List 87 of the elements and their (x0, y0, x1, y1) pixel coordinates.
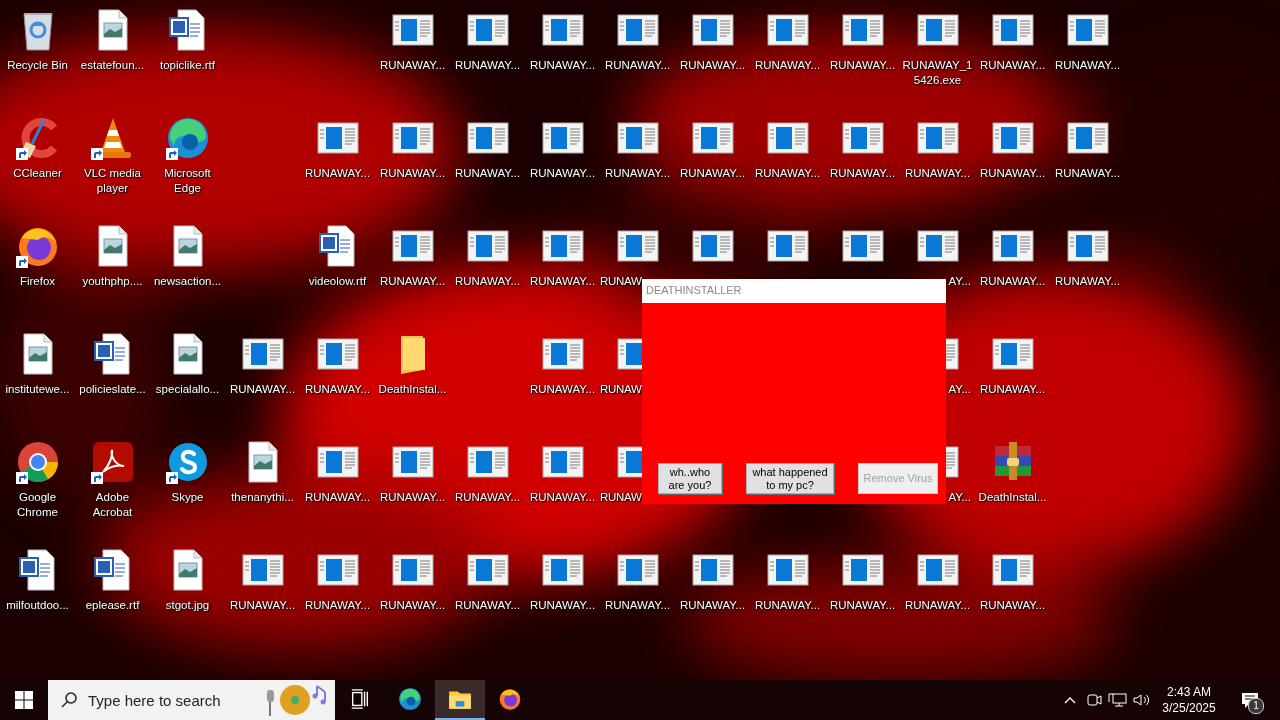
icon-label[interactable]: RUNAWAY... (1051, 166, 1124, 181)
icon-label[interactable]: RUNAWAY... (901, 598, 974, 613)
icon-label[interactable]: RUNAWAY... (751, 58, 824, 73)
icon-label[interactable]: RUNAWAY... (226, 382, 299, 397)
windows-start-icon[interactable] (15, 691, 33, 709)
icon-label[interactable]: policieslate... (76, 382, 149, 397)
icon-label[interactable]: DeathInstal... (376, 382, 449, 397)
icon-label[interactable]: RUNAWAY... (451, 166, 524, 181)
icon-label[interactable]: estatefoun... (76, 58, 149, 73)
icon-label[interactable]: topiclike.rtf (151, 58, 224, 73)
icon-label[interactable]: CCleaner (1, 166, 74, 181)
dialog-button[interactable]: what happened to my pc? (746, 463, 834, 494)
icon-label[interactable]: RUNAWAY... (526, 490, 599, 505)
icon-label[interactable]: Skype (151, 490, 224, 505)
icon-label[interactable]: youthphp.... (76, 274, 149, 289)
icon-label[interactable]: AY... (948, 490, 971, 505)
icon-label[interactable]: RUNAWAY... (526, 382, 599, 397)
icon-label[interactable]: RUNAWAY... (376, 58, 449, 73)
icon-label[interactable]: RUNAWAY_15426.exe (901, 58, 974, 88)
icon-label[interactable]: RUNAWAY... (976, 382, 1049, 397)
icon-label[interactable]: RUNAWAY... (751, 166, 824, 181)
swirl-logo-icon (397, 686, 423, 712)
icon-label[interactable]: RUNAWAY... (976, 598, 1049, 613)
icon-label[interactable]: RUNAWAY... (1051, 58, 1124, 73)
icon-label[interactable]: RUNAW (600, 382, 642, 397)
icon-label[interactable]: RUNAWAY... (226, 598, 299, 613)
task-view-icon (349, 688, 371, 710)
icon-label[interactable]: RUNAW (600, 274, 642, 289)
icon-label[interactable]: institutewe... (1, 382, 74, 397)
icon-label[interactable]: RUNAW (600, 490, 642, 505)
icon-label[interactable]: RUNAWAY... (301, 166, 374, 181)
icon-label[interactable]: RUNAWAY... (376, 490, 449, 505)
icon-label[interactable]: Google Chrome (1, 490, 74, 520)
icon-label[interactable]: RUNAWAY... (826, 166, 899, 181)
clock-time[interactable]: 2:43 AM (1154, 684, 1224, 700)
icon-label[interactable]: VLC media player (76, 166, 149, 196)
icon-label[interactable]: stgot.jpg (151, 598, 224, 613)
icon-label[interactable]: RUNAWAY... (826, 598, 899, 613)
icon-label[interactable]: RUNAWAY... (451, 274, 524, 289)
icon-label[interactable]: RUNAWAY... (601, 598, 674, 613)
icon-label[interactable]: RUNAWAY... (601, 166, 674, 181)
icon-label[interactable]: Recycle Bin (1, 58, 74, 73)
icon-label[interactable]: RUNAWAY... (376, 274, 449, 289)
icon-label[interactable]: RUNAWAY... (601, 58, 674, 73)
icon-label[interactable]: RUNAWAY... (751, 598, 824, 613)
icon-label[interactable]: milfoutdoo... (1, 598, 74, 613)
icon-label[interactable]: RUNAWAY... (676, 166, 749, 181)
icon-label[interactable]: Microsoft Edge (151, 166, 224, 196)
network-icon[interactable] (1106, 692, 1130, 708)
icon-label[interactable]: RUNAWAY... (451, 58, 524, 73)
icon-label[interactable]: RUNAWAY... (976, 58, 1049, 73)
search-icon (60, 691, 78, 709)
icon-label[interactable]: RUNAWAY... (526, 598, 599, 613)
icon-label[interactable]: RUNAWAY... (301, 490, 374, 505)
window-title: DEATHINSTALLER (642, 279, 946, 303)
search-field[interactable]: Type here to search (48, 680, 335, 720)
icon-label[interactable]: RUNAWAY... (451, 490, 524, 505)
icon-label[interactable]: RUNAWAY... (301, 598, 374, 613)
clock-date[interactable]: 3/25/2025 (1154, 700, 1224, 716)
icon-label[interactable]: AY... (948, 274, 971, 289)
icon-label[interactable]: RUNAWAY... (376, 166, 449, 181)
icon-label[interactable]: videolow.rtf (301, 274, 374, 289)
icon-label[interactable]: RUNAWAY... (976, 274, 1049, 289)
icon-label[interactable]: RUNAWAY... (676, 58, 749, 73)
icon-label[interactable]: Adobe Acrobat (76, 490, 149, 520)
icon-label[interactable]: RUNAWAY... (526, 58, 599, 73)
icon-label[interactable]: RUNAWAY... (526, 166, 599, 181)
icon-label[interactable]: RUNAWAY... (976, 166, 1049, 181)
icon-label[interactable]: RUNAWAY... (901, 166, 974, 181)
icon-label[interactable]: RUNAWAY... (1051, 274, 1124, 289)
icon-label[interactable]: RUNAWAY... (826, 58, 899, 73)
icon-label[interactable]: DeathInstal... (976, 490, 1049, 505)
folder-taskbar-button[interactable] (435, 680, 485, 720)
icon-label[interactable]: RUNAWAY... (451, 598, 524, 613)
icon-label[interactable]: Firefox (1, 274, 74, 289)
notification-badge: 1 (1248, 698, 1264, 714)
icon-label[interactable]: RUNAWAY... (676, 598, 749, 613)
dialog-button[interactable]: wh..who are you? (658, 463, 722, 494)
icon-label[interactable]: thenanythi... (226, 490, 299, 505)
icon-label[interactable]: specialallo... (151, 382, 224, 397)
icon-label[interactable]: eplease.rtf (76, 598, 149, 613)
icon-label[interactable]: AY... (948, 382, 971, 397)
fox-globe-icon (497, 686, 523, 712)
icon-label[interactable]: newsaction... (151, 274, 224, 289)
icon-label[interactable]: RUNAWAY... (376, 598, 449, 613)
icon-label[interactable]: RUNAWAY... (526, 274, 599, 289)
icon-label[interactable]: RUNAWAY... (301, 382, 374, 397)
